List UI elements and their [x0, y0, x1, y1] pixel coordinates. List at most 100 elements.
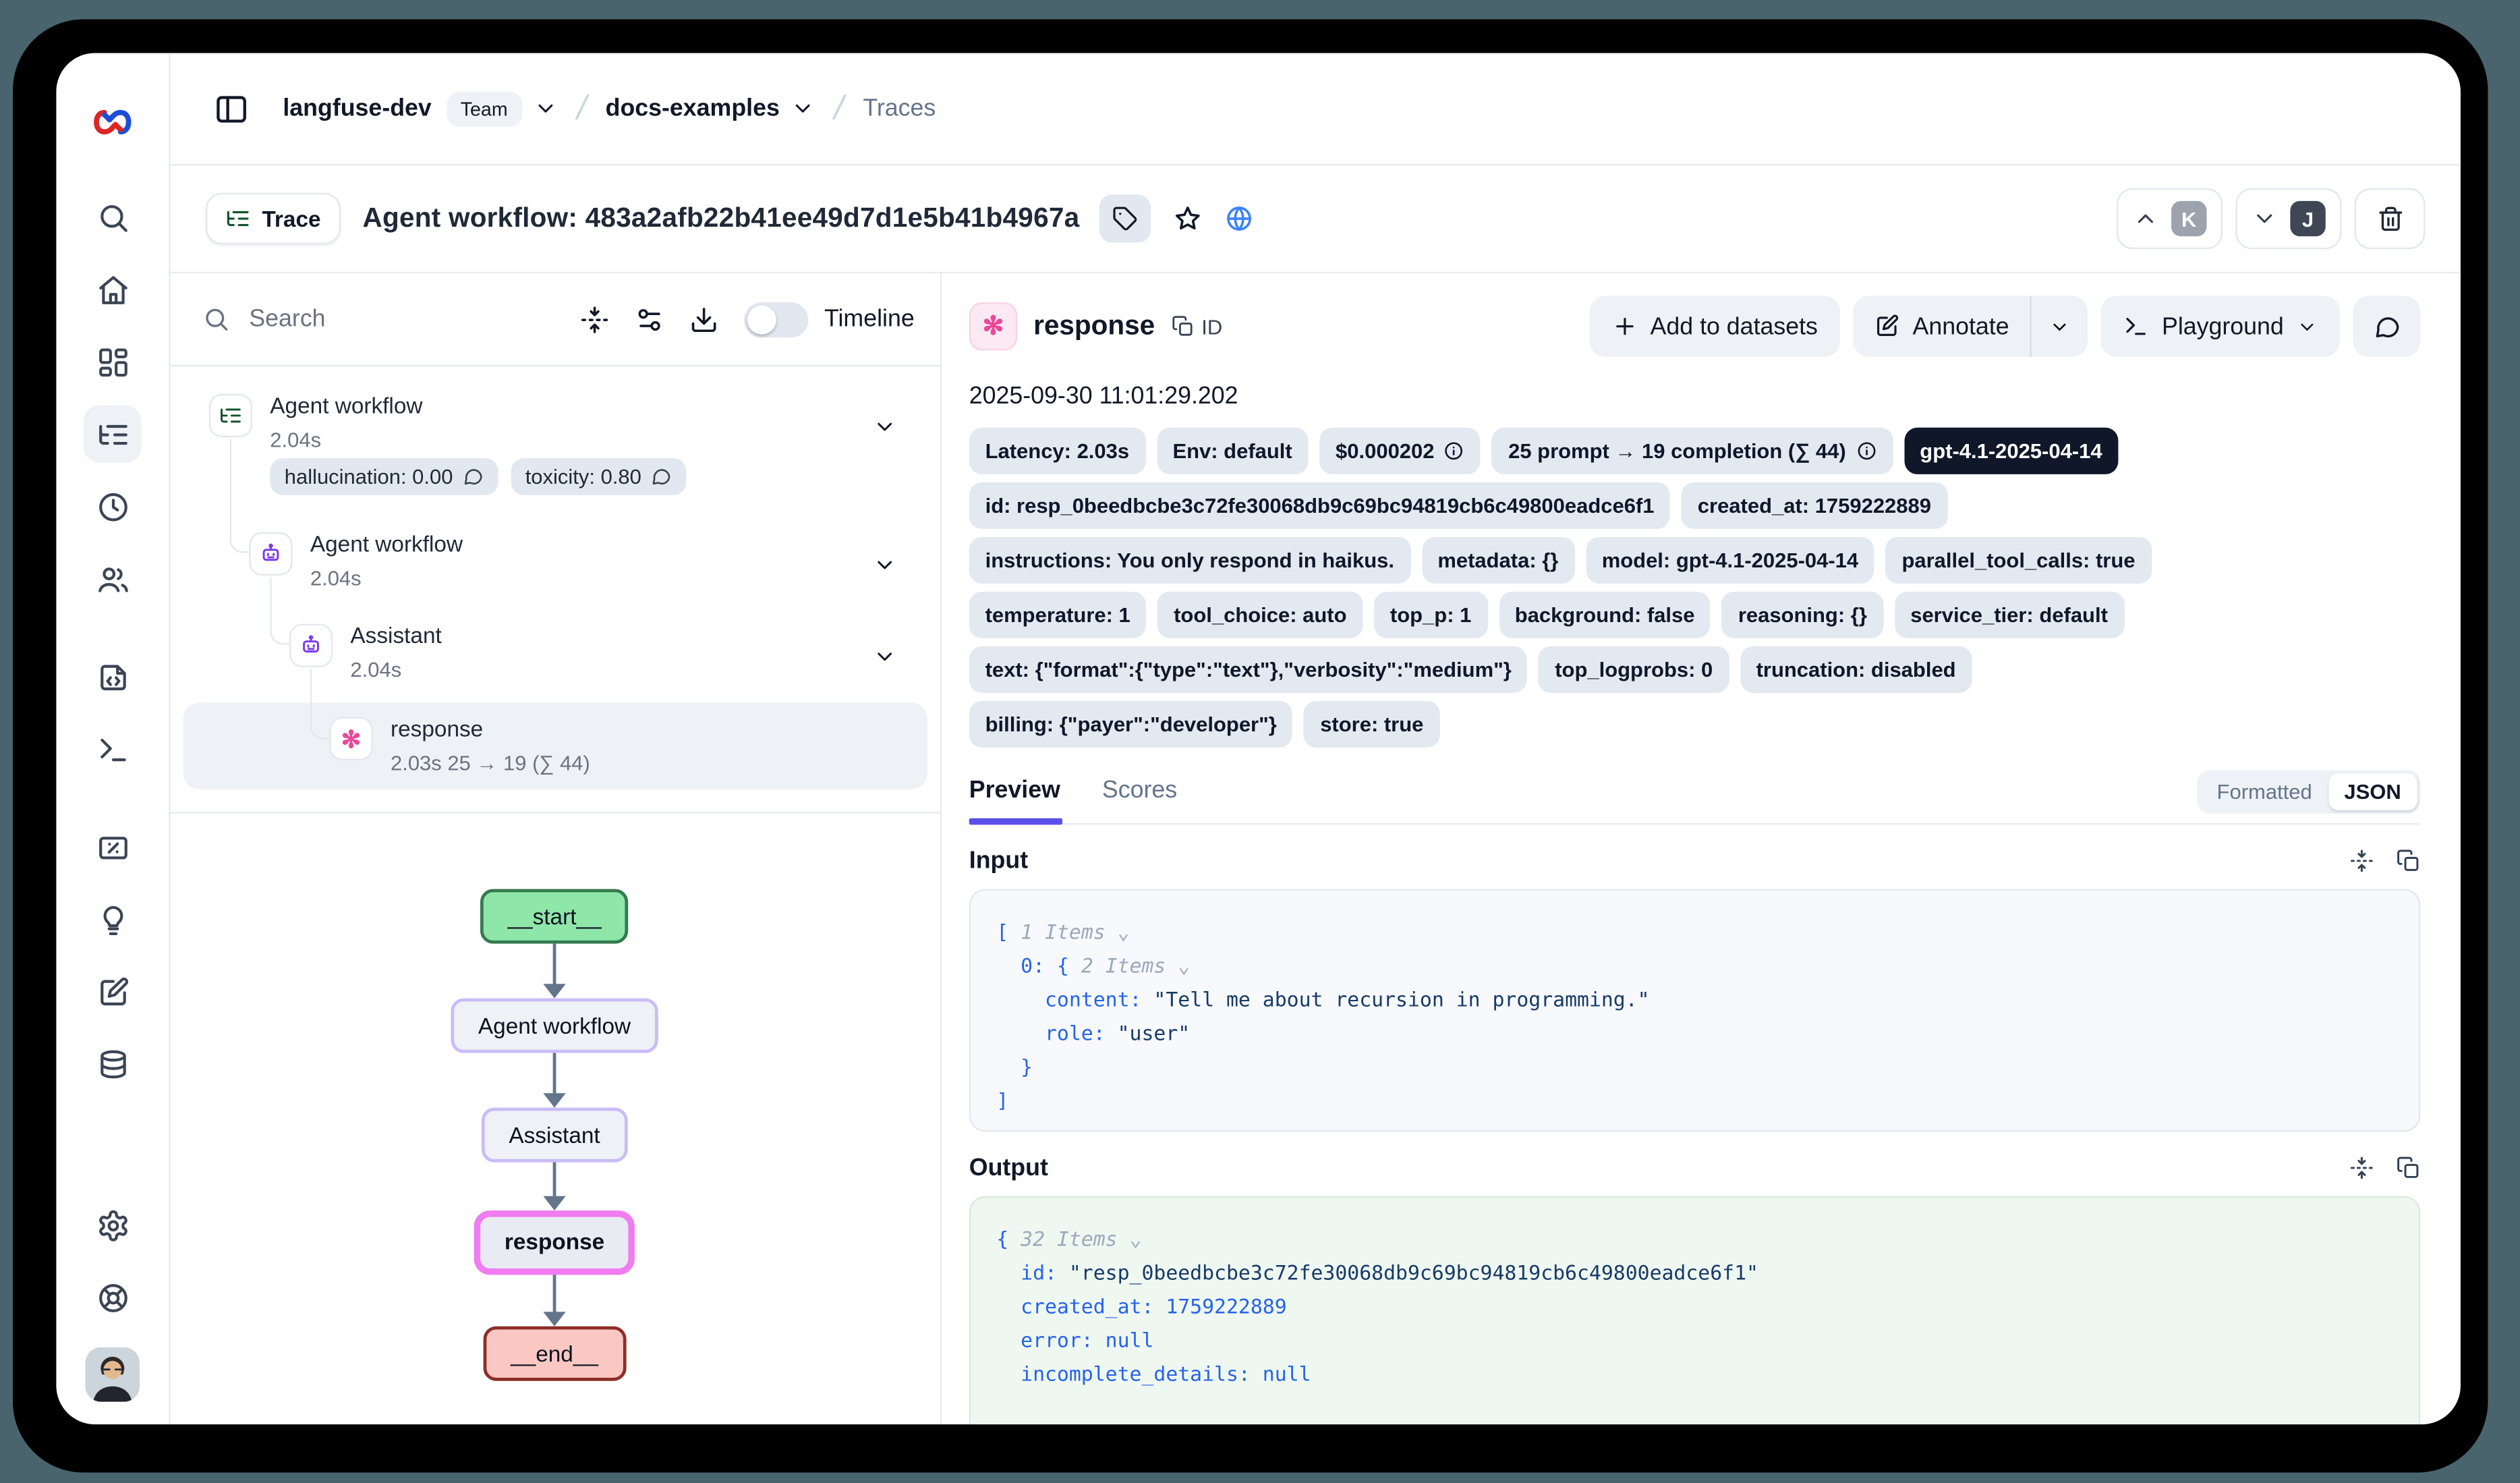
annotate-menu-button[interactable] [2032, 296, 2088, 357]
delete-trace-button[interactable] [2355, 188, 2426, 250]
chevron-down-icon[interactable] [873, 415, 897, 439]
tree-row-duration: 2.04s [350, 658, 441, 682]
sidebar-item-users[interactable] [84, 550, 142, 608]
score-badge[interactable]: toxicity: 0.80 [511, 458, 686, 495]
format-option-json[interactable]: JSON [2328, 773, 2417, 810]
graph-node-Assistant[interactable]: Assistant [482, 1108, 627, 1163]
comments-button[interactable] [2353, 296, 2420, 357]
metadata-badge[interactable]: id: resp_0beedbcbe3c72fe30068db9c69bc948… [969, 482, 1671, 529]
tab-scores[interactable]: Scores [1102, 777, 1177, 823]
prev-trace-button[interactable]: K [2117, 188, 2223, 250]
playground-button[interactable]: Playground [2100, 296, 2340, 357]
input-section-header: Input [969, 847, 2421, 875]
sidebar-item-playground[interactable] [84, 720, 142, 778]
metadata-badge[interactable]: model: gpt-4.1-2025-04-14 [1586, 537, 1874, 584]
json-line: } [996, 1050, 2393, 1084]
metadata-badge[interactable]: text: {"format":{"type":"text"},"verbosi… [969, 646, 1528, 693]
tree-row-assistant[interactable]: Assistant2.04s [289, 623, 442, 681]
annotate-button-group: Annotate [1853, 296, 2088, 357]
chevron-down-icon[interactable] [873, 553, 897, 578]
tab-preview[interactable]: Preview [969, 777, 1060, 823]
chevron-down-icon [2297, 316, 2318, 337]
graph-node-end[interactable]: __end__ [484, 1326, 626, 1381]
output-json-viewer[interactable]: { 32 Items ⌄ id: "resp_0beedbcbe3c72fe30… [969, 1196, 2421, 1424]
metadata-badge[interactable]: store: true [1304, 701, 1439, 748]
collapse-all-button[interactable] [580, 305, 609, 334]
metadata-badge[interactable]: top_logprobs: 0 [1539, 646, 1729, 693]
sidebar-item-settings[interactable] [84, 1196, 142, 1254]
badge-row: Latency: 2.03s Env: default$0.00020225 pr… [969, 428, 2421, 474]
panel-left-icon[interactable] [214, 91, 249, 126]
metadata-badge[interactable]: tool_choice: auto [1157, 592, 1363, 638]
sidebar-item-home[interactable] [84, 260, 142, 318]
metadata-badge[interactable]: billing: {"payer":"developer"} [969, 701, 1293, 748]
sidebar-item-sessions[interactable] [84, 478, 142, 536]
avatar[interactable] [85, 1347, 140, 1402]
fold-vertical-icon[interactable] [2350, 1156, 2374, 1180]
tree-row-agent-workflow[interactable]: Agent workflow2.04s [209, 394, 423, 452]
graph-node-response[interactable]: response [474, 1210, 635, 1275]
trace-type-chip[interactable]: Trace [206, 193, 340, 244]
metadata-badge[interactable]: metadata: {} [1421, 537, 1574, 584]
sidebar-item-tracing[interactable] [84, 405, 142, 463]
search-input[interactable]: Search [249, 306, 554, 333]
breadcrumb-page[interactable]: Traces [863, 95, 936, 123]
score-badge[interactable]: hallucination: 0.00 [270, 458, 498, 495]
input-json-viewer[interactable]: [ 1 Items ⌄ 0: { 2 Items ⌄ content: "Tel… [969, 889, 2421, 1132]
breadcrumb-org[interactable]: langfuse-dev [283, 95, 431, 123]
copy-id-button[interactable]: ID [1171, 314, 1222, 339]
metadata-badge[interactable]: instructions: You only respond in haikus… [969, 537, 1410, 584]
metadata-badge[interactable]: 25 prompt → 19 completion (∑ 44) [1492, 428, 1893, 474]
tree-settings-button[interactable] [635, 305, 664, 334]
breadcrumb-project[interactable]: docs-examples [606, 95, 780, 123]
tree-row-agent-workflow[interactable]: Agent workflow2.04s [249, 532, 463, 590]
metadata-badge[interactable]: gpt-4.1-2025-04-14 [1903, 428, 2118, 474]
chevron-down-icon[interactable] [534, 96, 558, 121]
sidebar-item-dashboards[interactable] [84, 333, 142, 391]
tag-button[interactable] [1099, 194, 1150, 242]
badge-text: store: true [1320, 712, 1423, 737]
sidebar-item-scores[interactable] [84, 818, 142, 876]
metadata-badge[interactable]: temperature: 1 [969, 592, 1147, 638]
metadata-badge[interactable]: reasoning: {} [1722, 592, 1883, 638]
metadata-badge[interactable]: $0.000202 [1319, 428, 1481, 474]
json-line: id: "resp_0beedbcbe3c72fe30068db9c69bc94… [996, 1256, 2393, 1289]
metadata-badge[interactable]: Latency: 2.03s [969, 428, 1145, 474]
sidebar-bottom [84, 1196, 142, 1402]
metadata-badge[interactable]: Env: default [1157, 428, 1309, 474]
langfuse-logo-icon[interactable] [88, 98, 136, 146]
chevron-down-icon[interactable] [791, 96, 815, 121]
sidebar-item-evals[interactable] [84, 891, 142, 949]
terminal-icon [96, 732, 130, 766]
globe-button[interactable] [1224, 204, 1253, 233]
badge-text: model: gpt-4.1-2025-04-14 [1602, 549, 1858, 573]
download-button[interactable] [689, 305, 718, 334]
metadata-badge[interactable]: top_p: 1 [1374, 592, 1487, 638]
graph-node-Agent workflow[interactable]: Agent workflow [451, 999, 658, 1053]
metadata-badge[interactable]: background: false [1499, 592, 1711, 638]
sidebar-item-search[interactable] [84, 188, 142, 246]
annotate-button[interactable]: Annotate [1853, 296, 2030, 357]
chevron-down-icon[interactable] [873, 644, 897, 669]
copy-icon[interactable] [2397, 1156, 2421, 1180]
comment-icon [463, 466, 484, 487]
metadata-badge[interactable]: service_tier: default [1894, 592, 2123, 638]
sidebar-item-annotations[interactable] [84, 963, 142, 1021]
metadata-badge[interactable]: truncation: disabled [1740, 646, 1972, 693]
sidebar-item-prompts[interactable] [84, 648, 142, 706]
star-button[interactable] [1173, 204, 1202, 233]
format-option-formatted[interactable]: Formatted [2201, 773, 2328, 810]
next-trace-button[interactable]: J [2235, 188, 2341, 250]
graph-node-start[interactable]: __start__ [480, 889, 629, 944]
add-to-datasets-button[interactable]: Add to datasets [1589, 296, 1840, 357]
tree-row-response[interactable]: ✻response2.03s 25 → 19 (∑ 44) [329, 717, 590, 775]
timeline-toggle[interactable] [744, 302, 808, 337]
sidebar-item-support[interactable] [84, 1268, 142, 1326]
metadata-badge[interactable]: parallel_tool_calls: true [1886, 537, 2152, 584]
fold-vertical-icon[interactable] [2350, 849, 2374, 873]
copy-icon[interactable] [2397, 849, 2421, 873]
sidebar-item-datasets[interactable] [84, 1035, 142, 1093]
json-line: error: null [996, 1323, 2393, 1357]
json-line: incomplete_details: null [996, 1357, 2393, 1391]
metadata-badge[interactable]: created_at: 1759222889 [1682, 482, 1947, 529]
